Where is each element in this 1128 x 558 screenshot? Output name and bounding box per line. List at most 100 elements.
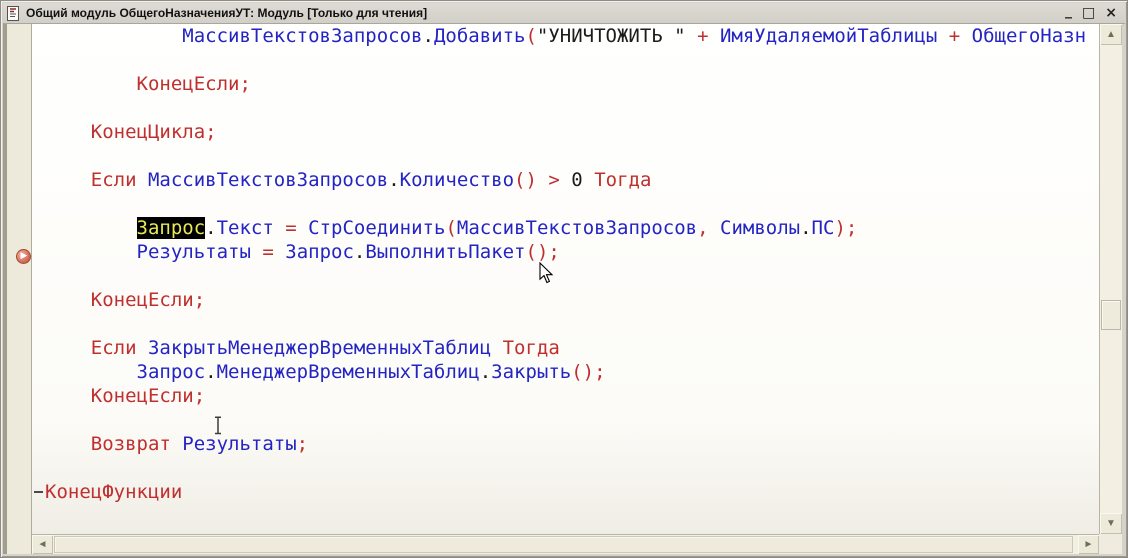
code-token: Добавить	[434, 25, 526, 47]
code-line[interactable]	[32, 48, 1099, 72]
code-editor[interactable]: МассивТекстовЗапросов.Добавить("УНИЧТОЖИ…	[32, 24, 1099, 534]
arrow-right-icon: ►	[1084, 539, 1094, 550]
code-token: ;	[297, 433, 308, 455]
code-token: =	[262, 241, 273, 263]
code-token: );	[834, 217, 857, 239]
code-token	[251, 241, 262, 263]
code-token: .	[205, 217, 216, 239]
module-editor-window: Общий модуль ОбщегоНазначенияУТ: Модуль …	[0, 0, 1128, 558]
code-line[interactable]: Если ЗакрытьМенеджерВременныхТаблиц Тогд…	[32, 336, 1099, 360]
scroll-up-button[interactable]: ▲	[1100, 24, 1122, 45]
code-token: МенеджерВременныхТаблиц	[217, 361, 480, 383]
code-token: ;	[239, 73, 250, 95]
code-token: +	[937, 25, 971, 47]
code-line[interactable]: КонецЕсли;	[32, 288, 1099, 312]
code-line[interactable]: Возврат Результаты;	[32, 432, 1099, 456]
code-token: КонецЕсли	[91, 289, 194, 311]
scroll-down-button[interactable]: ▼	[1100, 513, 1122, 534]
module-document-icon	[6, 6, 21, 21]
code-token	[560, 169, 571, 191]
close-button[interactable]: ×	[1105, 6, 1117, 20]
code-token	[171, 433, 182, 455]
code-token: ПС	[812, 217, 835, 239]
maximize-button[interactable]: □	[1082, 6, 1095, 20]
code-token: .	[205, 361, 216, 383]
code-token: ,	[697, 217, 708, 239]
code-token: ();	[526, 241, 560, 263]
code-token: >	[548, 169, 559, 191]
code-token: .	[422, 25, 433, 47]
code-line[interactable]	[32, 96, 1099, 120]
code-token: Закрыть	[491, 361, 571, 383]
vertical-scrollbar[interactable]: ▲ ▼	[1099, 24, 1122, 534]
code-line[interactable]	[32, 456, 1099, 480]
arrow-up-icon: ▲	[1106, 29, 1116, 40]
code-token: Запрос	[137, 361, 206, 383]
code-token: Возврат	[91, 433, 171, 455]
code-token: КонецФункции	[45, 481, 182, 503]
scroll-right-button[interactable]: ►	[1078, 535, 1099, 554]
code-token: МассивТекстовЗапросов	[148, 169, 388, 191]
code-line[interactable]: Запрос.МенеджерВременныхТаблиц.Закрыть()…	[32, 360, 1099, 384]
current-line-marker-icon: ▶	[16, 249, 31, 264]
vertical-scroll-thumb[interactable]	[1101, 300, 1121, 330]
code-token: .	[388, 169, 399, 191]
code-line[interactable]: Если МассивТекстовЗапросов.Количество() …	[32, 168, 1099, 192]
code-token	[137, 169, 148, 191]
code-token: Количество	[400, 169, 514, 191]
editor-client-area: ▶ МассивТекстовЗапросов.Добавить("УНИЧТО…	[3, 24, 1122, 554]
selected-word-highlight: Запрос	[137, 217, 206, 239]
code-token: ЗакрытьМенеджерВременныхТаблиц	[148, 337, 491, 359]
code-token	[491, 337, 502, 359]
code-token: Результаты	[137, 241, 251, 263]
code-line[interactable]	[32, 192, 1099, 216]
code-token: (	[445, 217, 456, 239]
code-token	[709, 217, 720, 239]
code-line[interactable]	[32, 312, 1099, 336]
code-token: Результаты	[182, 433, 296, 455]
code-token: (	[525, 25, 536, 47]
code-token	[274, 241, 285, 263]
arrow-left-icon: ◄	[38, 539, 48, 550]
code-token: =	[285, 217, 296, 239]
code-token: ;	[205, 121, 216, 143]
horizontal-scroll-thumb[interactable]	[54, 536, 1073, 553]
code-line[interactable]: КонецЕсли;	[32, 72, 1099, 96]
code-line[interactable]	[32, 144, 1099, 168]
title-bar[interactable]: Общий модуль ОбщегоНазначенияУТ: Модуль …	[3, 3, 1125, 24]
fold-marker[interactable]	[34, 491, 43, 493]
code-token	[137, 337, 148, 359]
code-token: ИмяУдаляемойТаблицы	[720, 25, 937, 47]
code-token: Запрос	[285, 241, 354, 263]
code-line[interactable]: Запрос.Текст = СтрСоединить(МассивТексто…	[32, 216, 1099, 240]
code-line[interactable]	[32, 264, 1099, 288]
code-line[interactable]: КонецЕсли;	[32, 384, 1099, 408]
code-token: КонецЕсли	[137, 73, 240, 95]
code-token: КонецЕсли	[91, 385, 194, 407]
code-token	[297, 217, 308, 239]
code-token: Тогда	[594, 169, 651, 191]
code-line[interactable]: КонецЦикла;	[32, 120, 1099, 144]
scroll-left-button[interactable]: ◄	[32, 535, 53, 554]
horizontal-scrollbar[interactable]: ◄ ►	[32, 534, 1099, 554]
code-lines: МассивТекстовЗапросов.Добавить("УНИЧТОЖИ…	[32, 24, 1099, 504]
code-token: .	[480, 361, 491, 383]
code-token: .	[354, 241, 365, 263]
code-line[interactable]: МассивТекстовЗапросов.Добавить("УНИЧТОЖИ…	[32, 24, 1099, 48]
code-token: ОбщегоНазн	[972, 25, 1086, 47]
code-token: ВыполнитьПакет	[365, 241, 525, 263]
mouse-cursor-icon	[539, 262, 555, 285]
code-line[interactable]: Результаты = Запрос.ВыполнитьПакет();	[32, 240, 1099, 264]
code-token: Текст	[217, 217, 274, 239]
code-line[interactable]	[32, 408, 1099, 432]
window-controls: _ □ ×	[1065, 6, 1125, 20]
code-token: ()	[514, 169, 537, 191]
code-token: "УНИЧТОЖИТЬ "	[537, 25, 686, 47]
minimize-button[interactable]: _	[1065, 4, 1072, 18]
text-cursor-icon	[212, 416, 224, 435]
editor-gutter: ▶	[3, 24, 32, 554]
code-token: МассивТекстовЗапросов	[457, 217, 697, 239]
code-token: Если	[91, 337, 137, 359]
code-line[interactable]: КонецФункции	[32, 480, 1099, 504]
scrollbar-corner	[1099, 534, 1122, 554]
